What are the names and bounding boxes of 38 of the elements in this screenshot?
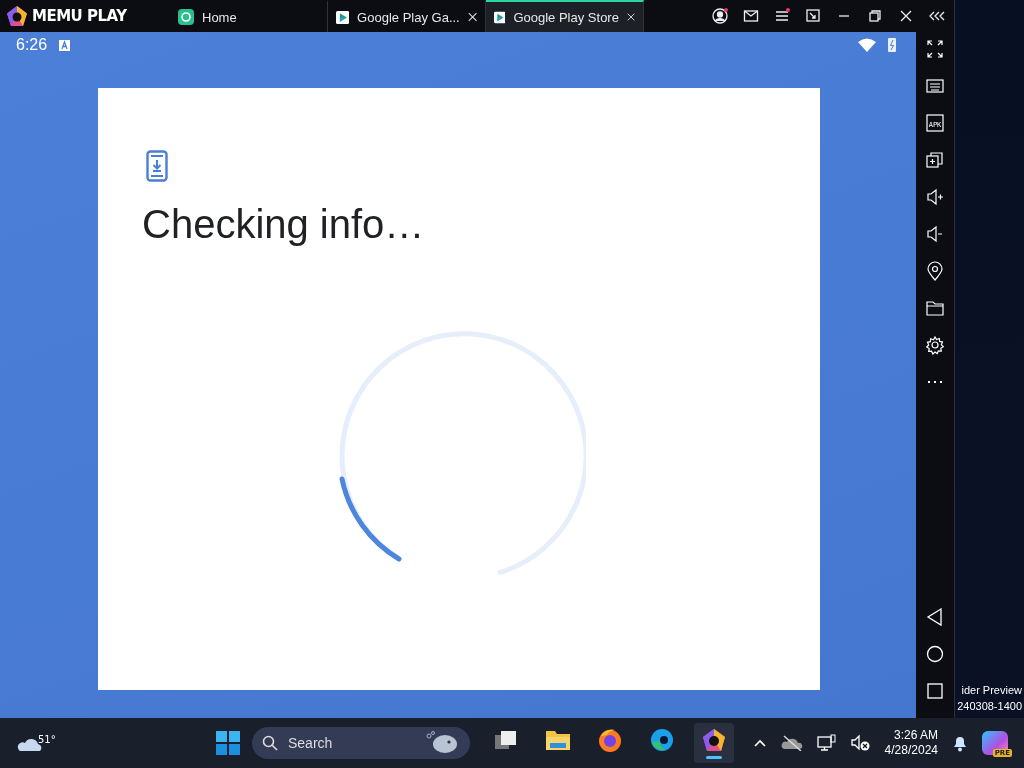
volup-icon[interactable] <box>924 186 946 208</box>
nav-recents-button[interactable] <box>924 680 946 702</box>
tab-label: Google Play Ga... <box>357 9 460 25</box>
close-icon[interactable] <box>467 11 477 23</box>
phone-download-icon <box>146 150 168 182</box>
home-app-icon <box>178 9 194 25</box>
taskbar-time: 3:26 AM <box>893 728 938 743</box>
build-watermark-text: 240308-1400 <box>957 699 1022 714</box>
location-icon[interactable] <box>924 260 946 282</box>
app-logo-text: MEMU PLAY <box>32 7 127 25</box>
search-icon <box>262 735 278 751</box>
taskbar-date: 4/28/2024 <box>884 743 938 758</box>
chevron-up-icon[interactable] <box>752 738 767 748</box>
cloud-off-icon[interactable] <box>780 735 803 751</box>
build-watermark-text: ider Preview <box>961 683 1022 698</box>
play-store-icon <box>336 8 350 26</box>
tab[interactable]: Google Play Store <box>486 0 644 32</box>
battery-icon <box>888 38 897 52</box>
memu-app-icon[interactable] <box>694 723 734 763</box>
status-time: 6:26 <box>16 36 48 54</box>
multi-icon[interactable] <box>924 149 946 171</box>
tab-label: Google Play Store <box>513 9 619 25</box>
fish-icon <box>424 730 460 756</box>
windows-start-icon[interactable] <box>216 731 240 755</box>
fullscreen-icon[interactable] <box>924 38 946 60</box>
speaker-muted-icon[interactable] <box>850 734 871 752</box>
settings-icon[interactable] <box>924 334 946 356</box>
pentagon-logo-icon <box>6 5 28 27</box>
dialog-title: Checking info… <box>142 202 426 247</box>
nav-home-button[interactable] <box>924 643 946 665</box>
notification-icon <box>59 39 71 51</box>
bell-icon[interactable] <box>952 734 968 752</box>
tab-label: Home <box>202 9 238 25</box>
network-icon[interactable] <box>816 734 837 752</box>
search-field[interactable]: Search <box>252 727 470 759</box>
weather-temperature: 51° <box>38 734 56 745</box>
close-icon[interactable] <box>626 11 635 23</box>
wifi-icon <box>858 38 877 52</box>
